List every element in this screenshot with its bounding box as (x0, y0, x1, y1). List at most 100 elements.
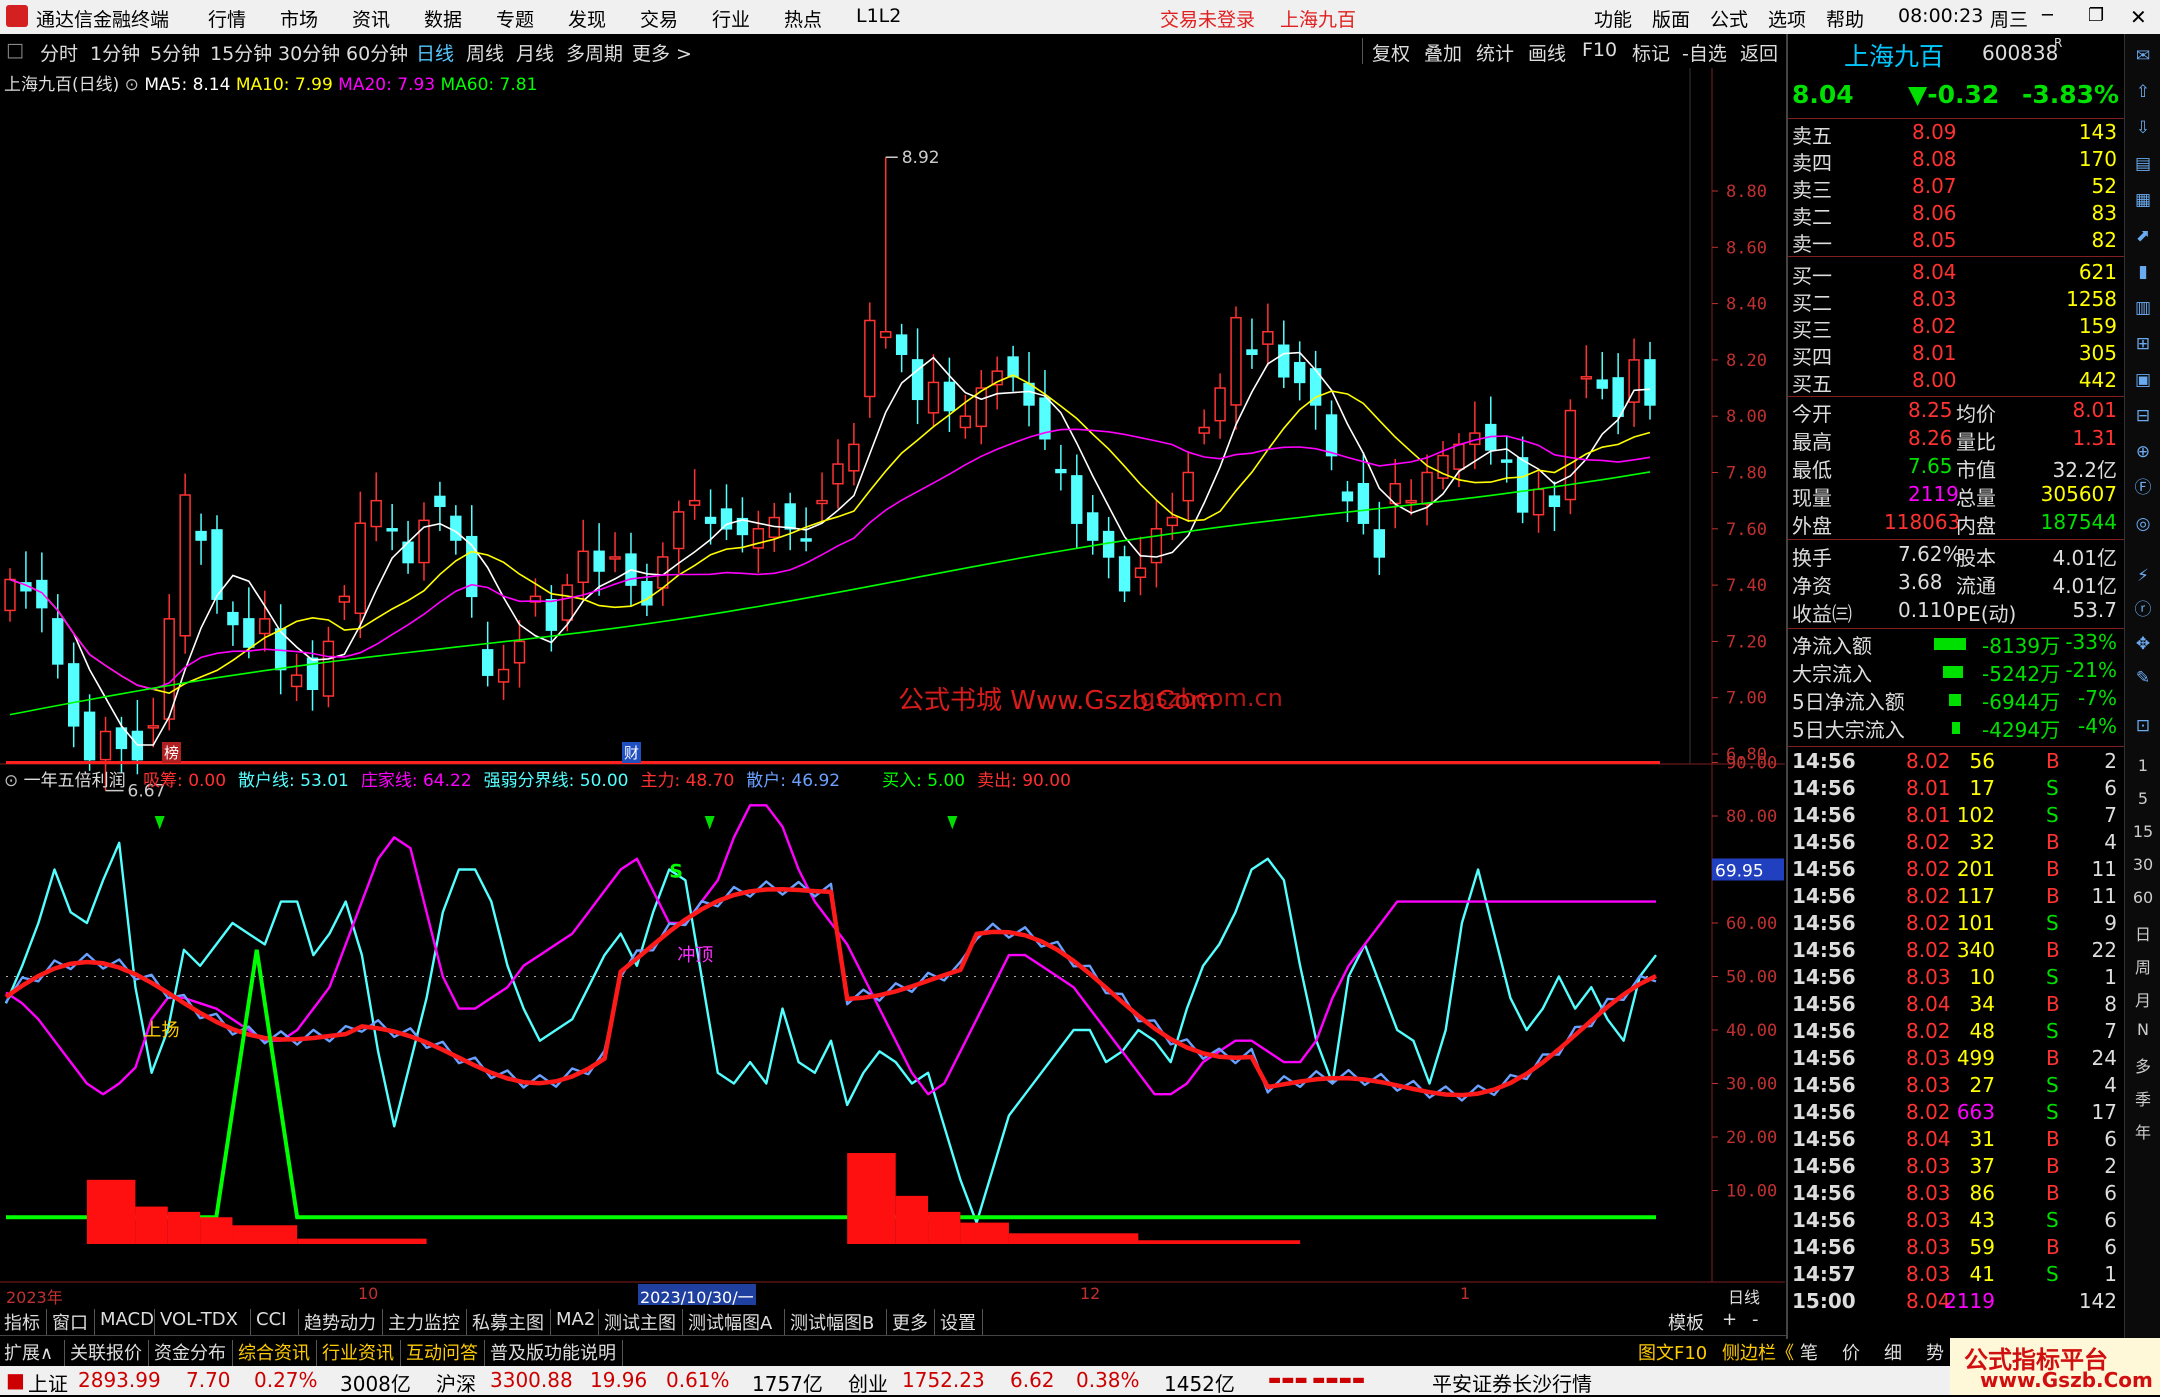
candle-body[interactable] (1182, 471, 1194, 502)
candle-body[interactable] (752, 528, 765, 549)
indicator-tab[interactable]: MACD (100, 1309, 154, 1330)
candle-body[interactable] (1325, 414, 1338, 457)
sidebar-period-label[interactable]: N (2125, 1020, 2160, 1039)
indicator-tab[interactable]: 趋势动力 (304, 1309, 376, 1335)
candle-body[interactable] (386, 528, 398, 532)
candle-body[interactable] (1421, 471, 1433, 505)
sidebar-tool-icon[interactable]: ⊟ (2131, 404, 2155, 428)
sidebar-tool-icon[interactable]: ◎ (2131, 512, 2155, 536)
menu-l1l2[interactable]: L1L2 (856, 5, 901, 27)
menu-news[interactable]: 资讯 (352, 5, 390, 32)
menu-hot[interactable]: 热点 (784, 5, 822, 32)
restore-icon[interactable]: ❐ (2088, 5, 2104, 26)
candle-body[interactable] (1246, 349, 1258, 356)
sidebar-tool-icon[interactable]: ▤ (2131, 152, 2155, 176)
cy-index-name[interactable]: 创业 (848, 1368, 888, 1397)
bid-row[interactable]: 买五 8.00 442 (1788, 368, 2125, 396)
indicator-tab[interactable]: 更多 (892, 1309, 928, 1335)
overlay-button[interactable]: 叠加 (1424, 39, 1462, 66)
candle-body[interactable] (1134, 567, 1147, 578)
sidebar-tool-icon[interactable]: ▥ (2131, 296, 2155, 320)
sh-index-name[interactable]: 上证 (28, 1368, 68, 1397)
indicator-tab[interactable]: VOL-TDX (160, 1309, 238, 1330)
sidebar-period-label[interactable]: 多 (2125, 1053, 2160, 1077)
ask-row[interactable]: 卖三 8.07 52 (1788, 174, 2125, 202)
bid-row[interactable]: 买二 8.03 1258 (1788, 287, 2125, 315)
candle-body[interactable] (497, 668, 510, 683)
panel-tab[interactable]: 细 (1884, 1339, 1902, 1365)
candle-body[interactable] (227, 611, 239, 626)
ask-row[interactable]: 卖五 8.09 143 (1788, 120, 2125, 148)
menu-function[interactable]: 功能 (1594, 5, 1632, 32)
candle-body[interactable] (609, 556, 621, 560)
candle-body[interactable] (1007, 356, 1019, 378)
menu-market[interactable]: 市场 (280, 5, 318, 32)
indicator-name[interactable]: 一年五倍利润 (24, 771, 126, 791)
template-button[interactable]: 模板 (1668, 1309, 1704, 1335)
candle-body[interactable] (816, 499, 828, 505)
ask-row[interactable]: 卖四 8.08 170 (1788, 147, 2125, 175)
menu-options[interactable]: 选项 (1768, 5, 1806, 32)
sidebar-tool-icon[interactable]: ⇩ (2131, 116, 2155, 140)
sidebar-tool-icon[interactable]: Ⓕ (2131, 476, 2155, 500)
candle-body[interactable] (481, 649, 494, 676)
period-intraday[interactable]: 分时 (40, 39, 78, 66)
period-60min[interactable]: 60分钟 (346, 39, 408, 66)
candle-body[interactable] (322, 640, 335, 697)
candle-body[interactable] (1087, 512, 1099, 541)
close-icon[interactable]: ✕ (2130, 5, 2147, 29)
candle-body[interactable] (673, 511, 685, 550)
sidebar-period-label[interactable]: 周 (2125, 954, 2160, 978)
candle-body[interactable] (1516, 457, 1529, 513)
candle-body[interactable] (1612, 377, 1624, 417)
candle-body[interactable] (99, 730, 112, 761)
candle-body[interactable] (338, 595, 351, 603)
login-status[interactable]: 交易未登录 (1160, 5, 1255, 32)
candle-body[interactable] (1341, 491, 1354, 502)
sidebar-tool-icon[interactable]: ▮ (2131, 260, 2155, 284)
candle-body[interactable] (290, 674, 303, 688)
menu-topics[interactable]: 专题 (496, 5, 534, 32)
sidebar-tool-icon[interactable]: ⊞ (2131, 332, 2155, 356)
menu-discover[interactable]: 发现 (568, 5, 606, 32)
menu-formula[interactable]: 公式 (1710, 5, 1748, 32)
period-15min[interactable]: 15分钟 (210, 39, 272, 66)
sz-index-name[interactable]: 沪深 (436, 1368, 476, 1397)
candle-body[interactable] (1596, 379, 1608, 389)
candle-body[interactable] (1214, 387, 1226, 422)
indicator-tab[interactable]: 窗口 (52, 1309, 88, 1335)
indicator-tab[interactable]: CCI (256, 1309, 286, 1330)
sidebar-tool-icon[interactable]: ▦ (2131, 188, 2155, 212)
candle-body[interactable] (1357, 483, 1370, 524)
panel-toggle-icon[interactable]: □ (6, 39, 24, 61)
menu-data[interactable]: 数据 (424, 5, 462, 32)
candle-body[interactable] (832, 463, 844, 485)
candle-body[interactable] (800, 538, 812, 542)
candle-body[interactable] (1071, 475, 1083, 524)
indicator-tab[interactable]: 测试主图 (604, 1309, 676, 1335)
candle-body[interactable] (211, 529, 223, 600)
sidebar-period-label[interactable]: 5 (2125, 789, 2160, 808)
candle-body[interactable] (450, 515, 462, 541)
candle-body[interactable] (1532, 488, 1545, 516)
menu-trade[interactable]: 交易 (640, 5, 678, 32)
candle-body[interactable] (704, 516, 717, 524)
candle-body[interactable] (927, 381, 940, 414)
chart-area[interactable]: 8.80 8.60 8.40 8.20 8.00 7.80 7.60 7.40 7.20 7.00… (0, 68, 1785, 1305)
period-multi[interactable]: 多周期 (566, 39, 623, 66)
candle-body[interactable] (243, 618, 255, 648)
candle-body[interactable] (593, 550, 605, 572)
finance-badge[interactable]: 财 (622, 742, 642, 763)
candle-body[interactable] (83, 711, 96, 761)
candle-body[interactable] (68, 663, 80, 727)
candle-body[interactable] (1644, 359, 1656, 406)
candle-body[interactable] (880, 331, 892, 339)
sidebar-tool-icon[interactable]: ✉ (2131, 44, 2155, 68)
candle-body[interactable] (1405, 499, 1417, 504)
candle-body[interactable] (1118, 556, 1131, 592)
info-tab[interactable]: 关联报价 (70, 1339, 142, 1365)
candle-body[interactable] (561, 584, 573, 621)
candle-body[interactable] (52, 618, 64, 665)
candle-body[interactable] (1278, 344, 1290, 378)
draw-button[interactable]: 画线 (1528, 39, 1566, 66)
